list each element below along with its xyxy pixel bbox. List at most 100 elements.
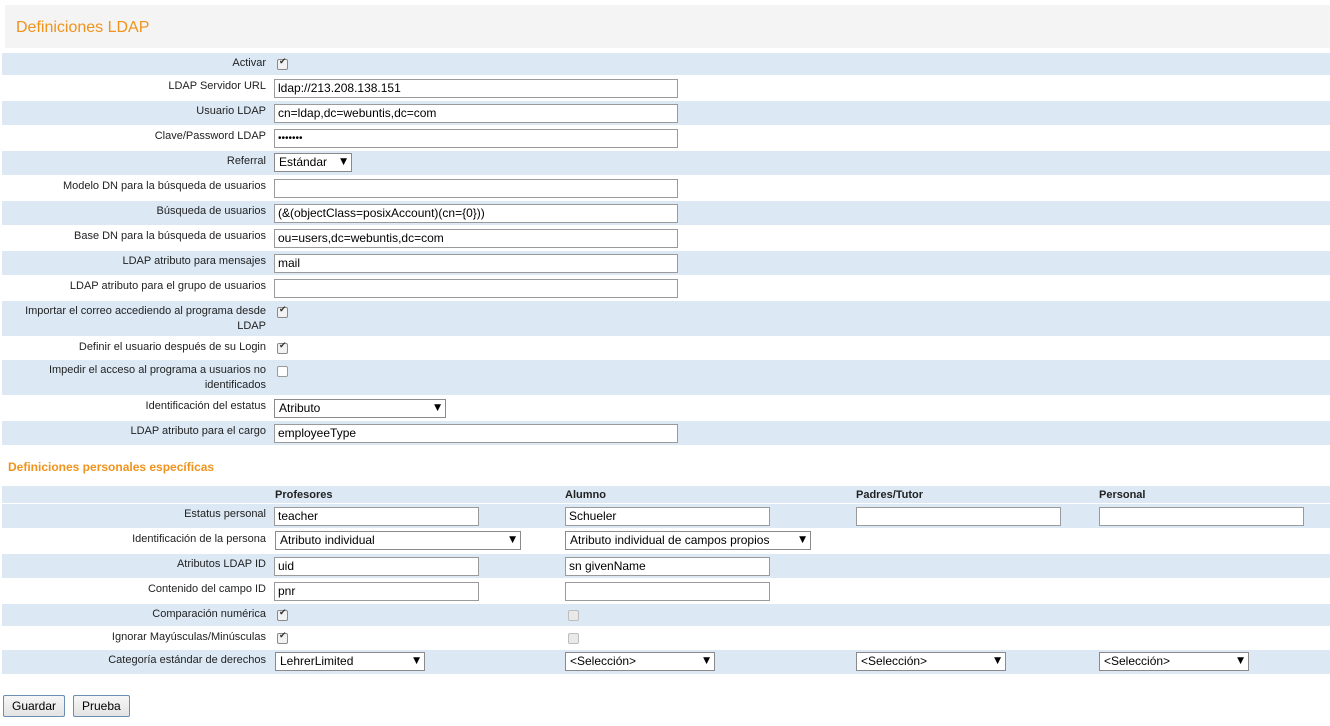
busqueda-label: Búsqueda de usuarios <box>156 205 266 217</box>
categoria-alumno-select[interactable]: <Selección> ▼ <box>565 652 715 671</box>
row-clave: Clave/Password LDAP ••••••• <box>2 126 1330 150</box>
estatus-personal-input[interactable] <box>1099 507 1304 526</box>
categoria-personal-select[interactable]: <Selección> ▼ <box>1099 652 1249 671</box>
row-atributo-grupo: LDAP atributo para el grupo de usuarios <box>2 276 1330 300</box>
row-estatus-personal: Estatus personal teacher Schueler <box>2 504 1330 528</box>
chevron-down-icon: ▼ <box>703 656 710 666</box>
identificacion-estatus-select-value: Atributo <box>279 401 321 415</box>
row-ignorar: Ignorar Mayúsculas/Minúsculas <box>2 627 1330 649</box>
ignorar-profesores-checkbox[interactable] <box>277 631 288 644</box>
server-url-input[interactable]: ldap://213.208.138.151 <box>274 79 678 98</box>
impedir-acceso-label-line2: identificados <box>204 379 266 391</box>
column-header-profesores: Profesores <box>275 489 333 501</box>
comparacion-label: Comparación numérica <box>152 608 266 620</box>
guardar-button[interactable]: Guardar <box>3 695 66 717</box>
estatus-padres-input[interactable] <box>856 507 1061 526</box>
referral-select-value: Estándar <box>279 155 328 169</box>
identificacion-profesores-select[interactable]: Atributo individual ▼ <box>275 531 521 550</box>
modelo-dn-input[interactable] <box>274 179 678 198</box>
page-header: Definiciones LDAP <box>5 5 1330 48</box>
row-busqueda: Búsqueda de usuarios (&(objectClass=posi… <box>2 201 1330 225</box>
row-server-url: LDAP Servidor URL ldap://213.208.138.151 <box>2 76 1330 100</box>
comparacion-profesores-checkbox[interactable] <box>277 608 288 621</box>
impedir-acceso-label: Impedir el acceso al programa a usuarios… <box>49 363 266 393</box>
categoria-profesores-value: LehrerLimited <box>280 654 354 668</box>
importar-correo-label-line2: LDAP <box>237 320 266 332</box>
base-dn-label: Base DN para la búsqueda de usuarios <box>73 230 266 242</box>
chevron-down-icon: ▼ <box>799 535 806 545</box>
estatus-personal-label: Estatus personal <box>184 508 266 520</box>
usuario-input[interactable]: cn=ldap,dc=webuntis,dc=com <box>274 104 678 123</box>
identificacion-profesores-value: Atributo individual <box>280 533 375 547</box>
atributo-grupo-label: LDAP atributo para el grupo de usuarios <box>69 280 266 292</box>
impedir-acceso-checkbox[interactable] <box>277 366 288 377</box>
categoria-profesores-select[interactable]: LehrerLimited ▼ <box>275 652 425 671</box>
chevron-down-icon: ▼ <box>434 403 441 413</box>
clave-label: Clave/Password LDAP <box>154 130 266 142</box>
chevron-down-icon: ▼ <box>340 157 347 167</box>
busqueda-input[interactable]: (&(objectClass=posixAccount)(cn={0})) <box>274 204 678 223</box>
identificacion-alumno-value: Atributo individual de campos propios <box>570 533 770 547</box>
password-input[interactable]: ••••••• <box>274 129 678 148</box>
atributo-cargo-label: LDAP atributo para el cargo <box>130 425 266 437</box>
atributos-id-alumno-input[interactable]: sn givenName <box>565 557 770 576</box>
row-modelo-dn: Modelo DN para la búsqueda de usuarios <box>2 176 1330 200</box>
row-importar-correo: Importar el correo accediendo al program… <box>2 301 1330 336</box>
row-atributo-mensajes: LDAP atributo para mensajes mail <box>2 251 1330 275</box>
row-atributo-cargo: LDAP atributo para el cargo employeeType <box>2 421 1330 445</box>
modelo-dn-label: Modelo DN para la búsqueda de usuarios <box>62 180 266 192</box>
section-title-personal: Definiciones personales específicas <box>8 460 215 474</box>
row-activar: Activar <box>2 53 1330 75</box>
atributos-id-label: Atributos LDAP ID <box>176 558 266 570</box>
chevron-down-icon: ▼ <box>994 656 1001 666</box>
referral-label: Referral <box>226 155 266 167</box>
identificacion-alumno-select[interactable]: Atributo individual de campos propios ▼ <box>565 531 811 550</box>
server-url-label: LDAP Servidor URL <box>168 80 266 92</box>
chevron-down-icon: ▼ <box>1237 656 1244 666</box>
importar-correo-label-line1: Importar el correo accediendo al program… <box>25 305 266 317</box>
row-identificacion-persona: Identificación de la persona Atributo in… <box>2 529 1330 553</box>
categoria-padres-value: <Selección> <box>861 654 928 668</box>
row-referral: Referral Estándar ▼ <box>2 151 1330 175</box>
row-comparacion: Comparación numérica <box>2 604 1330 626</box>
prueba-button[interactable]: Prueba <box>73 695 130 717</box>
importar-correo-checkbox[interactable] <box>277 305 288 318</box>
ignorar-label: Ignorar Mayúsculas/Minúsculas <box>111 631 266 643</box>
identificacion-estatus-label: Identificación del estatus <box>145 400 266 412</box>
chevron-down-icon: ▼ <box>509 535 516 545</box>
categoria-alumno-value: <Selección> <box>570 654 637 668</box>
atributos-id-profesores-input[interactable]: uid <box>274 557 479 576</box>
categoria-label: Categoría estándar de derechos <box>108 654 266 666</box>
row-impedir-acceso: Impedir el acceso al programa a usuarios… <box>2 360 1330 395</box>
row-categoria: Categoría estándar de derechos LehrerLim… <box>2 650 1330 674</box>
activar-checkbox[interactable] <box>277 57 288 70</box>
contenido-id-profesores-input[interactable]: pnr <box>274 582 479 601</box>
comparacion-alumno-checkbox[interactable] <box>568 610 579 621</box>
chevron-down-icon: ▼ <box>413 656 420 666</box>
base-dn-input[interactable]: ou=users,dc=webuntis,dc=com <box>274 229 678 248</box>
contenido-id-alumno-input[interactable] <box>565 582 770 601</box>
atributo-cargo-input[interactable]: employeeType <box>274 424 678 443</box>
column-header-alumno: Alumno <box>565 489 606 501</box>
usuario-label: Usuario LDAP <box>196 105 266 117</box>
row-base-dn: Base DN para la búsqueda de usuarios ou=… <box>2 226 1330 250</box>
atributo-mensajes-input[interactable]: mail <box>274 254 678 273</box>
column-header-padres: Padres/Tutor <box>856 489 924 501</box>
definir-usuario-label: Definir el usuario después de su Login <box>78 341 266 353</box>
definir-usuario-checkbox[interactable] <box>277 341 288 354</box>
activar-label: Activar <box>232 57 266 69</box>
impedir-acceso-label-line1: Impedir el acceso al programa a usuarios… <box>48 364 266 376</box>
estatus-alumno-input[interactable]: Schueler <box>565 507 770 526</box>
referral-select[interactable]: Estándar ▼ <box>274 153 352 172</box>
identificacion-estatus-select[interactable]: Atributo ▼ <box>274 399 446 418</box>
row-atributos-id: Atributos LDAP ID uid sn givenName <box>2 554 1330 578</box>
atributo-grupo-input[interactable] <box>274 279 678 298</box>
identificacion-persona-label: Identificación de la persona <box>132 533 266 545</box>
atributo-mensajes-label: LDAP atributo para mensajes <box>122 255 267 267</box>
row-usuario: Usuario LDAP cn=ldap,dc=webuntis,dc=com <box>2 101 1330 125</box>
estatus-profesores-input[interactable]: teacher <box>274 507 479 526</box>
ignorar-alumno-checkbox[interactable] <box>568 633 579 644</box>
page-title: Definiciones LDAP <box>16 19 150 36</box>
row-contenido-id: Contenido del campo ID pnr <box>2 579 1330 603</box>
categoria-padres-select[interactable]: <Selección> ▼ <box>856 652 1006 671</box>
